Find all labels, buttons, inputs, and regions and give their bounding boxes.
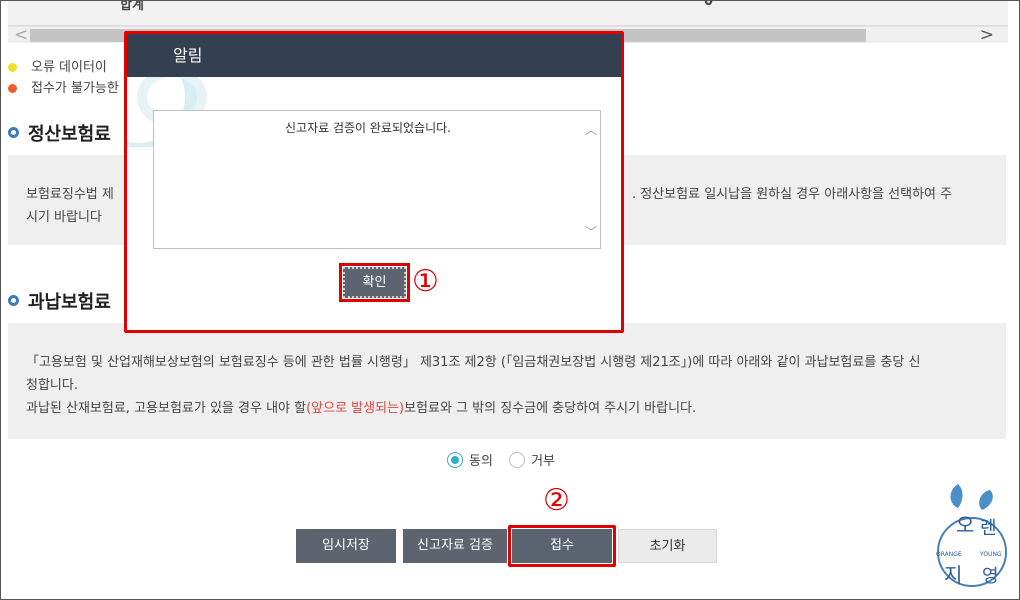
legend-item-rejected: 접수가 불가능한 xyxy=(8,77,119,96)
consent-radio-group: 동의 거부 xyxy=(447,450,567,469)
section-title-overpaid: 과납보험료 xyxy=(8,288,111,314)
settlement-text-left: 보험료징수법 제 xyxy=(26,187,114,202)
scroll-right-icon[interactable]: > xyxy=(980,25,994,45)
logo-en-left: ORANGE xyxy=(936,551,962,558)
logo-top: 오 xyxy=(956,513,974,537)
message-textarea[interactable]: 신고자료 검증이 완료되었습니다. ︿ ﹀ xyxy=(153,110,601,249)
orange-dot-icon xyxy=(8,84,17,93)
summary-table: 합계 0 xyxy=(8,0,1008,26)
settlement-title-text: 정산보험료 xyxy=(28,124,111,145)
logo-bottom-left: 지 xyxy=(944,563,962,587)
logo-bottom-right: 영 xyxy=(982,566,999,587)
submit-button[interactable]: 접수 xyxy=(512,529,612,563)
total-value: 0 xyxy=(704,0,714,9)
temp-save-button[interactable]: 임시저장 xyxy=(296,529,396,563)
overpaid-line3-a: 과납된 산재보험료, 고용보험료가 있을 경우 내야 할 xyxy=(26,401,307,416)
total-label: 합계 xyxy=(120,0,144,13)
overpaid-line3: 과납된 산재보험료, 고용보험료가 있을 경우 내야 할(앞으로 발생되는)보험… xyxy=(26,397,988,420)
leaf-right-icon xyxy=(979,490,993,510)
reset-button[interactable]: 초기화 xyxy=(618,529,717,563)
legend-rejected-text: 접수가 불가능한 xyxy=(31,81,119,96)
agree-label[interactable]: 동의 xyxy=(469,454,493,469)
settlement-text-right: . 정산보험료 일시납을 원하실 경우 아래사항을 선택하여 주 xyxy=(632,187,953,202)
yellow-dot-icon xyxy=(8,63,17,72)
leaf-left-icon xyxy=(950,484,963,508)
dialog-message: 신고자료 검증이 완료되었습니다. xyxy=(284,121,451,135)
overpaid-info-box: 「고용보험 및 산업재해보상보험의 보험료징수 등에 관한 법률 시행령」 제3… xyxy=(8,323,1006,439)
dialog-title: 알림 xyxy=(127,34,621,77)
alert-dialog: 알림 신고자료 검증이 완료되었습니다. ︿ ﹀ 확인 ① xyxy=(124,31,624,333)
overpaid-line3-b: 보험료와 그 밖의 징수금에 충당하여 주시기 바랍니다. xyxy=(404,401,697,416)
reject-radio[interactable] xyxy=(509,451,526,468)
chevron-up-icon[interactable]: ︿ xyxy=(585,121,597,138)
scroll-left-icon[interactable]: < xyxy=(14,25,28,45)
overpaid-title-text: 과납보험료 xyxy=(28,292,111,313)
ok-button[interactable]: 확인 xyxy=(339,263,410,302)
overpaid-line2: 청합니다. xyxy=(26,378,78,393)
circle-bullet-icon xyxy=(8,127,19,138)
logo-right: 렌 xyxy=(980,518,997,539)
step-1-marker: ① xyxy=(412,264,439,299)
message-scrollbar[interactable]: ︿ ﹀ xyxy=(582,111,600,248)
reject-label[interactable]: 거부 xyxy=(531,454,555,469)
circle-bullet-icon xyxy=(8,295,19,306)
overpaid-line3-highlight: (앞으로 발생되는) xyxy=(306,401,405,416)
legend-error-text: 오류 데이터이 xyxy=(31,60,107,75)
overpaid-line1: 「고용보험 및 산업재해보상보험의 보험료징수 등에 관한 법률 시행령」 제3… xyxy=(26,355,921,370)
section-title-settlement: 정산보험료 xyxy=(8,120,111,146)
orange-young-logo: 오 렌 ORANGE YOUNG 지 영 xyxy=(936,484,1007,587)
logo-en-right: YOUNG xyxy=(979,551,1002,558)
agree-radio[interactable] xyxy=(447,451,463,468)
chevron-down-icon[interactable]: ﹀ xyxy=(585,223,597,240)
verify-button[interactable]: 신고자료 검증 xyxy=(403,529,507,563)
legend-item-error: 오류 데이터이 xyxy=(8,56,107,75)
step-2-marker: ② xyxy=(543,483,570,518)
